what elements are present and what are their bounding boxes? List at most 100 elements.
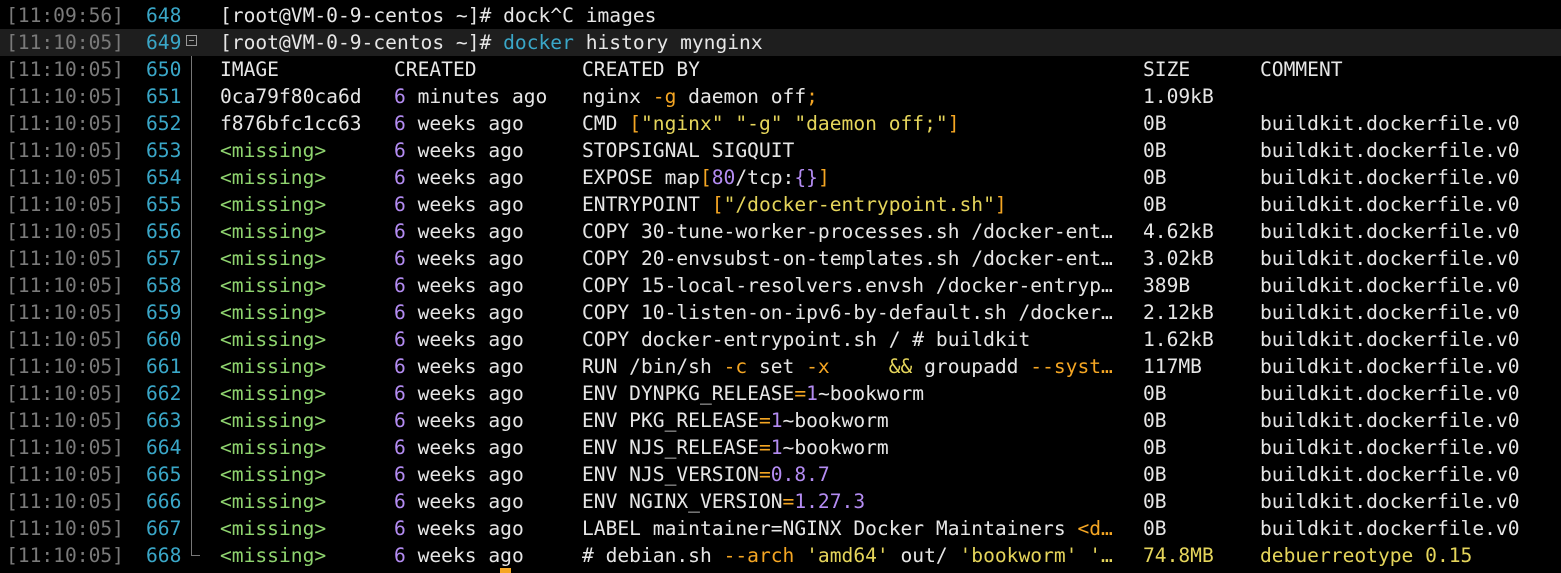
created-text: weeks ago <box>405 301 524 324</box>
size-cell: 0B <box>1143 436 1167 459</box>
created-by-cell: COPY docker-entrypoint.sh / # buildkit <box>582 326 1030 353</box>
table-row: [11:10:05] 662 <missing> 6 weeks ago ENV DYN… <box>0 380 1561 407</box>
line-number: 648 <box>146 4 182 27</box>
created-text: minutes ago <box>405 85 548 108</box>
created-by-segment: EXPOSE map <box>582 166 700 189</box>
created-by-cell: LABEL maintainer=NGINX Docker Maintainer… <box>582 515 1113 542</box>
created-text: weeks ago <box>405 382 524 405</box>
line-number: 649 <box>146 31 182 54</box>
image-id: f876bfc1cc63 <box>220 112 362 135</box>
comment-cell: buildkit.dockerfile.v0 <box>1260 301 1520 324</box>
line-number: 666 <box>146 490 182 513</box>
terminal-line: [11:09:56] 648 [root@VM-0-9-centos ~]# d… <box>0 2 1561 29</box>
created-by-segment: 0.8.7 <box>770 463 830 486</box>
timestamp: [11:10:05] <box>6 490 124 513</box>
created-number: 6 <box>394 517 406 540</box>
fold-guide <box>191 488 192 515</box>
created-by-segment: COPY 10-listen-on-ipv6-by-default.sh /do… <box>582 301 1113 324</box>
image-id: 0ca79f80ca6d <box>220 85 362 108</box>
size-cell: 74.8MB <box>1143 544 1214 567</box>
size-cell: 0B <box>1143 463 1167 486</box>
fold-guide <box>191 326 192 353</box>
created-by-segment: -g <box>652 85 677 108</box>
table-row: [11:10:05] 651 0ca79f80ca6d 6 minutes ago ng… <box>0 83 1561 110</box>
created-cell: 6 weeks ago <box>394 299 524 326</box>
line-number: 657 <box>146 247 182 270</box>
created-by-segment: 'amd64' <box>806 544 889 567</box>
comment-cell: buildkit.dockerfile.v0 <box>1260 517 1520 540</box>
timestamp: [11:10:05] <box>6 463 124 486</box>
created-cell: 6 weeks ago <box>394 542 524 569</box>
created-cell: 6 weeks ago <box>394 380 524 407</box>
created-by-segment <box>794 544 806 567</box>
comment-cell: debuerreotype 0.15 <box>1260 544 1473 567</box>
size-cell: 0B <box>1143 382 1167 405</box>
text-cursor <box>500 568 511 573</box>
timestamp: [11:10:05] <box>6 301 124 324</box>
line-number: 654 <box>146 166 182 189</box>
fold-guide <box>191 299 192 326</box>
created-text: weeks ago <box>405 409 524 432</box>
size-cell: 117MB <box>1143 355 1202 378</box>
created-by-segment: ENV PKG_RELEASE <box>582 409 759 432</box>
created-number: 6 <box>394 85 406 108</box>
line-number: 650 <box>146 58 182 81</box>
table-row: [11:10:05] 666 <missing> 6 weeks ago ENV NGI… <box>0 488 1561 515</box>
created-by-segment: ] <box>947 112 960 135</box>
size-cell: 0B <box>1143 112 1167 135</box>
table-row: [11:10:05] 655 <missing> 6 weeks ago ENTRYPO… <box>0 191 1561 218</box>
created-by-segment: COPY 20-envsubst-on-templates.sh /docker… <box>582 247 1113 270</box>
created-text: weeks ago <box>405 112 524 135</box>
fold-collapse-icon[interactable] <box>186 35 197 46</box>
created-by-segment: ENTRYPOINT <box>582 193 712 216</box>
line-number: 663 <box>146 409 182 432</box>
created-by-segment: && <box>888 355 913 378</box>
created-by-segment: '… <box>1077 544 1113 567</box>
image-id: <missing> <box>220 274 327 297</box>
comment-cell: buildkit.dockerfile.v0 <box>1260 274 1520 297</box>
created-by-cell: ENTRYPOINT ["/docker-entrypoint.sh"] <box>582 191 1007 218</box>
created-by-segment: <d… <box>1077 517 1113 540</box>
created-by-segment: ] <box>817 166 830 189</box>
timestamp: [11:09:56] <box>6 4 124 27</box>
created-text: weeks ago <box>405 247 524 270</box>
comment-cell: buildkit.dockerfile.v0 <box>1260 193 1520 216</box>
created-by-segment: = <box>782 490 795 513</box>
created-by-segment: 1 <box>806 382 818 405</box>
created-by-cell: nginx -g daemon off; <box>582 83 818 110</box>
created-number: 6 <box>394 544 406 567</box>
created-by-segment: daemon off <box>676 85 807 108</box>
created-cell: 6 weeks ago <box>394 488 524 515</box>
created-by-segment: CMD <box>582 112 630 135</box>
fold-guide <box>191 164 192 191</box>
terminal-window[interactable]: [11:09:56] 648 [root@VM-0-9-centos ~]# d… <box>0 0 1561 573</box>
created-by-segment: COPY docker-entrypoint.sh / # buildkit <box>582 328 1031 351</box>
created-text: weeks ago <box>405 220 524 243</box>
created-by-cell: ENV DYNPKG_RELEASE=1~bookworm <box>582 380 924 407</box>
created-text: weeks ago <box>405 328 524 351</box>
line-number: 655 <box>146 193 182 216</box>
created-by-segment: COPY 30-tune-worker-processes.sh /docker… <box>582 220 1113 243</box>
created-cell: 6 weeks ago <box>394 515 524 542</box>
line-number: 652 <box>146 112 182 135</box>
line-number: 653 <box>146 139 182 162</box>
created-by-segment: 1 <box>770 409 783 432</box>
timestamp: [11:10:05] <box>6 139 124 162</box>
fold-guide <box>191 272 192 299</box>
command-text: history mynginx <box>573 31 763 54</box>
created-number: 6 <box>394 220 406 243</box>
command-keyword: docker <box>503 31 574 54</box>
created-cell: 6 weeks ago <box>394 326 524 353</box>
created-by-cell: COPY 30-tune-worker-processes.sh /docker… <box>582 218 1113 245</box>
created-by-segment: ~bookworm <box>817 382 925 405</box>
line-number: 651 <box>146 85 182 108</box>
created-by-cell: STOPSIGNAL SIGQUIT <box>582 137 794 164</box>
created-by-segment: LABEL maintainer=NGINX Docker Maintainer… <box>582 517 1078 540</box>
image-id: <missing> <box>220 355 327 378</box>
table-header-row: [11:10:05] 650 IMAGE CREATED CREATED BY … <box>0 56 1561 83</box>
created-by-segment: 1.27.3 <box>794 490 866 513</box>
timestamp: [11:10:05] <box>6 247 124 270</box>
image-id: <missing> <box>220 220 327 243</box>
created-cell: 6 weeks ago <box>394 434 524 461</box>
comment-cell: buildkit.dockerfile.v0 <box>1260 409 1520 432</box>
